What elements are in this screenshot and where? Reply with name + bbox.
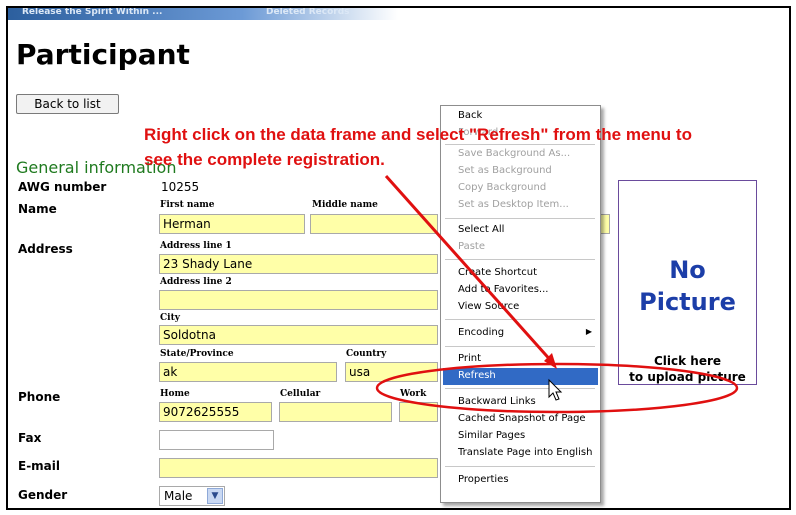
address-line1-label: Address line 1 — [160, 241, 232, 251]
no-picture-line1: No — [669, 256, 706, 284]
menu-item-refresh[interactable]: Refresh — [443, 368, 598, 385]
top-strip: Release the Spirit Within ... Deleted Re… — [8, 8, 398, 20]
browser-viewport: Release the Spirit Within ... Deleted Re… — [6, 6, 791, 510]
cell-phone-label: Cellular — [280, 389, 321, 399]
menu-separator — [445, 466, 595, 467]
middle-name-field[interactable] — [310, 214, 438, 234]
top-strip-right: Deleted Records — [266, 7, 350, 17]
country-field[interactable]: usa — [345, 362, 438, 382]
awg-value: 10255 — [161, 180, 200, 194]
gender-label: Gender — [18, 488, 68, 502]
menu-item-translate[interactable]: Translate Page into English — [443, 445, 598, 462]
state-label: State/Province — [160, 349, 234, 359]
menu-item-set-desktop[interactable]: Set as Desktop Item... — [443, 197, 598, 214]
menu-item-backward-links[interactable]: Backward Links — [443, 394, 598, 411]
awg-label: AWG number — [18, 180, 107, 194]
email-label: E-mail — [18, 459, 61, 473]
dropdown-arrow-icon[interactable]: ▼ — [207, 488, 223, 504]
home-phone-label: Home — [160, 389, 190, 399]
menu-item-similar-pages[interactable]: Similar Pages — [443, 428, 598, 445]
back-to-list-button[interactable]: Back to list — [16, 94, 119, 114]
upload-hint-line2[interactable]: to upload picture — [619, 370, 756, 384]
home-phone-field[interactable]: 9072625555 — [159, 402, 272, 422]
phone-label: Phone — [18, 390, 61, 404]
gender-value: Male — [164, 489, 193, 503]
menu-item-add-favorites[interactable]: Add to Favorites... — [443, 282, 598, 299]
first-name-label: First name — [160, 200, 215, 210]
menu-separator — [445, 259, 595, 260]
menu-item-create-shortcut[interactable]: Create Shortcut — [443, 265, 598, 282]
city-field[interactable]: Soldotna — [159, 325, 438, 345]
menu-item-paste[interactable]: Paste — [443, 239, 598, 256]
city-label: City — [160, 313, 180, 323]
menu-item-encoding-label: Encoding — [458, 327, 505, 338]
menu-item-view-source[interactable]: View Source — [443, 299, 598, 316]
menu-separator — [445, 319, 595, 320]
annotation-text: Right click on the data frame and select… — [144, 125, 692, 169]
address-label: Address — [18, 242, 73, 256]
menu-separator — [445, 346, 595, 347]
address-line1-field[interactable]: 23 Shady Lane — [159, 254, 438, 274]
email-field[interactable] — [159, 458, 438, 478]
first-name-field[interactable]: Herman — [159, 214, 305, 234]
upload-hint-line1: Click here — [653, 354, 722, 368]
work-phone-label: Work — [400, 389, 427, 399]
state-field[interactable]: ak — [159, 362, 337, 382]
menu-item-cached-snapshot[interactable]: Cached Snapshot of Page — [443, 411, 598, 428]
menu-item-encoding[interactable]: Encoding ▶ — [443, 325, 598, 342]
no-picture-line2: Picture — [639, 288, 736, 316]
menu-separator — [445, 218, 595, 219]
middle-name-label: Middle name — [312, 200, 378, 210]
address-line2-field[interactable] — [159, 290, 438, 310]
address-line2-label: Address line 2 — [160, 277, 232, 287]
country-label: Country — [346, 349, 387, 359]
menu-item-print[interactable]: Print — [443, 351, 598, 368]
gender-select[interactable]: Male ▼ — [159, 486, 225, 506]
name-label: Name — [18, 202, 57, 216]
page-title: Participant — [16, 38, 190, 71]
photo-box[interactable]: No Picture Click here to upload picture — [618, 180, 757, 385]
fax-label: Fax — [18, 431, 42, 445]
work-phone-field[interactable] — [399, 402, 438, 422]
last-name-field[interactable] — [600, 214, 610, 234]
top-strip-left: Release the Spirit Within ... — [22, 7, 163, 17]
submenu-arrow-icon: ▶ — [585, 327, 592, 336]
menu-item-select-all[interactable]: Select All — [443, 222, 598, 239]
menu-item-properties[interactable]: Properties — [443, 472, 598, 489]
fax-field[interactable] — [159, 430, 274, 450]
cell-phone-field[interactable] — [279, 402, 392, 422]
menu-item-copy-background[interactable]: Copy Background — [443, 180, 598, 197]
menu-separator — [445, 388, 595, 389]
